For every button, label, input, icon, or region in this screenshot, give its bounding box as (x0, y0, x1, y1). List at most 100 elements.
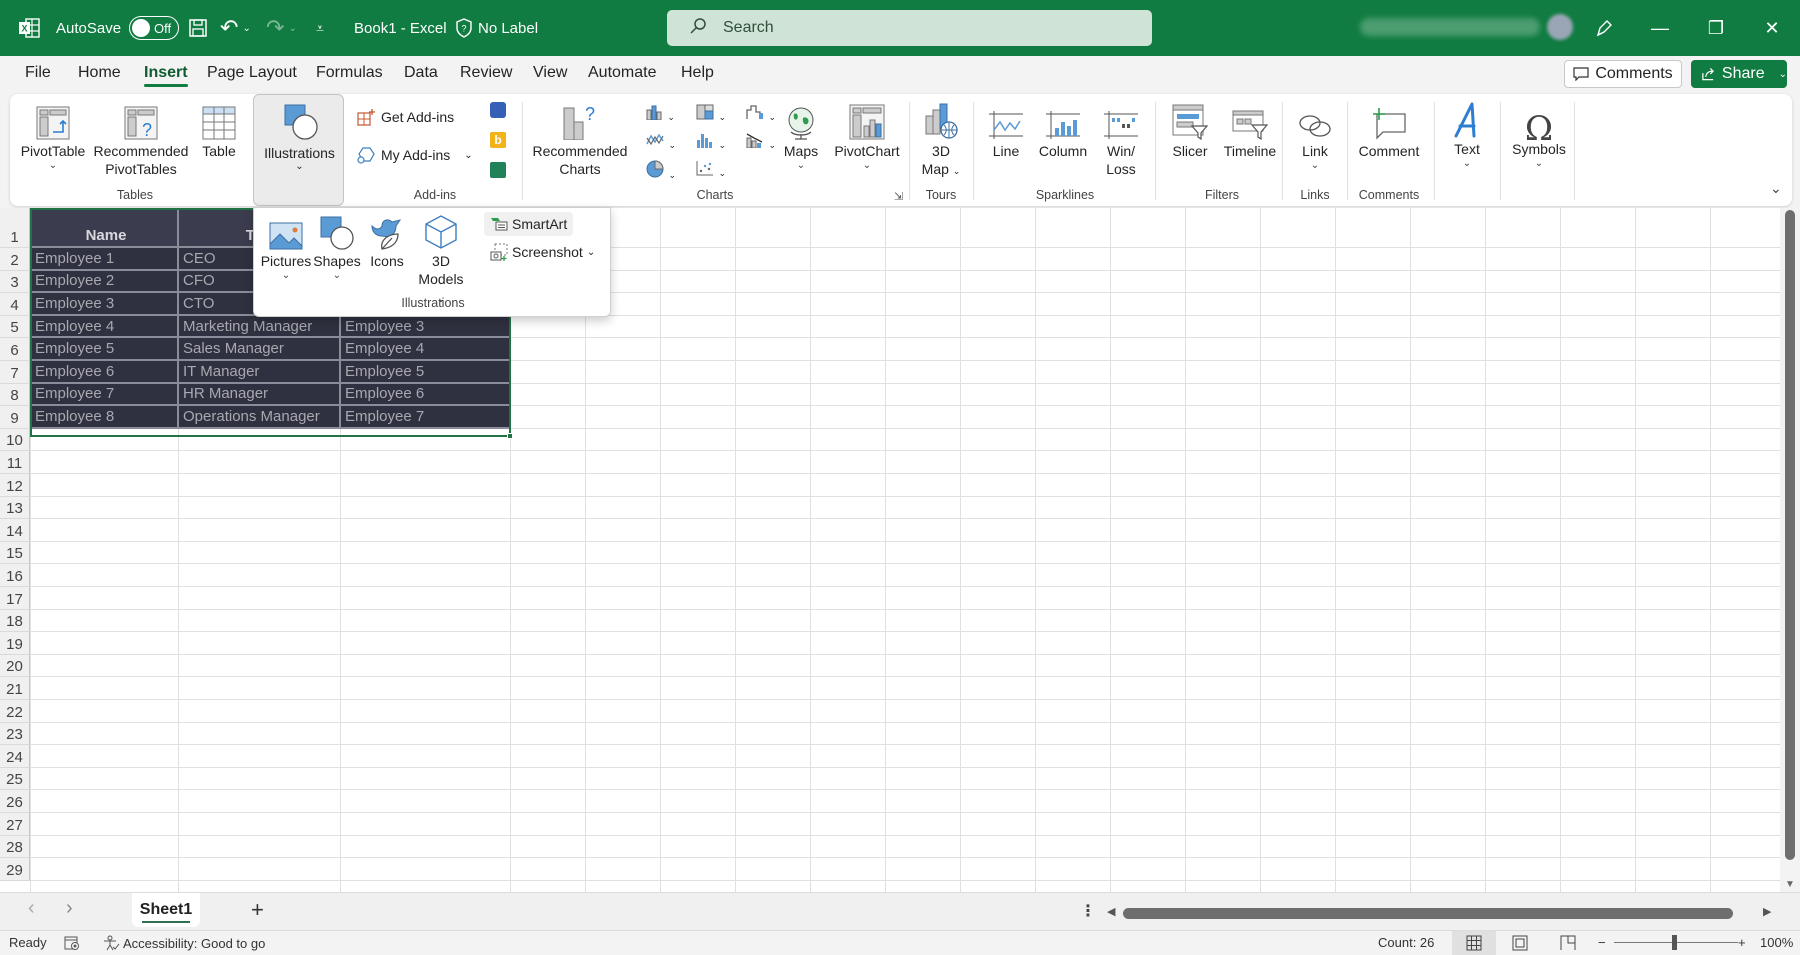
previous-sheet-icon[interactable]: ‹ (28, 897, 35, 920)
table-cell[interactable]: Employee 3 (341, 315, 511, 339)
user-name[interactable] (1360, 18, 1540, 36)
table-cell[interactable]: Employee 5 (341, 361, 511, 384)
tab-automate[interactable]: Automate (588, 64, 656, 82)
designer-pen-icon[interactable] (1594, 0, 1614, 56)
row-header[interactable]: 21 (0, 677, 30, 700)
column-chart-button[interactable]: ⌄ (646, 104, 675, 123)
tab-formulas[interactable]: Formulas (316, 64, 383, 82)
chevron-down-icon[interactable]: ⌄ (242, 23, 250, 34)
statistic-chart-button[interactable]: ⌄ (696, 132, 726, 153)
table-cell[interactable]: Employee 6 (341, 383, 511, 407)
tab-home[interactable]: Home (78, 64, 121, 82)
save-icon[interactable] (188, 0, 208, 56)
my-addins-button[interactable]: My Add-ins ⌄ (357, 146, 473, 164)
add-sheet-button[interactable]: + (251, 897, 264, 923)
chevron-down-icon[interactable]: ⌄ (282, 270, 290, 282)
chevron-down-icon[interactable]: ⌄ (49, 160, 57, 172)
hierarchy-chart-button[interactable]: ⌄ (696, 104, 726, 125)
link-button[interactable]: Link ⌄ (1290, 100, 1340, 172)
tab-page-layout[interactable]: Page Layout (207, 64, 297, 82)
table-button[interactable]: Table (196, 100, 242, 160)
row-header[interactable]: 23 (0, 722, 30, 746)
people-graph-icon[interactable] (490, 162, 506, 178)
recommended-pivottables-button[interactable]: ? Recommended PivotTables (93, 100, 189, 178)
scroll-right-icon[interactable]: ▶ (1763, 905, 1771, 918)
row-header[interactable]: 22 (0, 700, 30, 723)
recommended-charts-button[interactable]: ? Recommended Charts (530, 100, 630, 178)
table-cell[interactable]: Employee 4 (31, 315, 179, 339)
row-header[interactable]: 27 (0, 813, 30, 836)
undo-icon[interactable]: ↶ ⌄ (220, 0, 251, 56)
table-header-cell[interactable]: Name (31, 208, 179, 248)
minimize-icon[interactable]: — (1632, 0, 1688, 56)
share-button[interactable]: Share ⌄ (1691, 60, 1787, 88)
zoom-in-button[interactable]: + (1738, 935, 1746, 950)
table-cell[interactable]: Employee 8 (31, 406, 179, 429)
chevron-down-icon[interactable]: ⌄ (587, 247, 595, 258)
row-header[interactable]: 3 (0, 270, 30, 294)
tab-help[interactable]: Help (681, 64, 714, 82)
row-header[interactable]: 25 (0, 767, 30, 791)
macro-recording-icon[interactable] (64, 935, 80, 951)
more-options-icon[interactable]: ⋮ (1080, 901, 1096, 921)
chevron-down-icon[interactable]: ⌄ (288, 23, 296, 34)
smartart-button[interactable]: SmartArt (484, 212, 574, 236)
get-addins-button[interactable]: Get Add-ins (357, 108, 454, 126)
customize-toolbar-icon[interactable]: ⩡ (316, 0, 324, 56)
zoom-slider-thumb[interactable] (1672, 935, 1677, 950)
table-cell[interactable]: Employee 5 (31, 338, 179, 361)
slicer-button[interactable]: Slicer (1162, 100, 1218, 160)
row-header[interactable]: 13 (0, 496, 30, 520)
table-cell[interactable]: Employee 6 (31, 361, 179, 384)
3d-map-button[interactable]: 3D Map ⌄ (915, 100, 967, 180)
autosave-toggle[interactable]: Off (129, 16, 180, 40)
zoom-out-button[interactable]: − (1598, 935, 1606, 950)
chevron-down-icon[interactable]: ⌄ (863, 160, 871, 172)
table-cell[interactable]: Employee 7 (341, 406, 511, 429)
combo-chart-button[interactable]: ⌄ (746, 132, 776, 153)
row-header[interactable]: 4 (0, 293, 30, 316)
row-header[interactable]: 17 (0, 587, 30, 610)
chevron-down-icon[interactable]: ⌄ (333, 270, 341, 282)
scatter-chart-button[interactable]: ⌄ (696, 160, 726, 181)
tab-review[interactable]: Review (460, 64, 512, 82)
row-header[interactable]: 11 (0, 451, 30, 474)
table-cell[interactable]: Operations Manager (179, 406, 341, 429)
normal-view-button[interactable] (1452, 931, 1496, 955)
row-header[interactable]: 15 (0, 541, 30, 565)
new-comment-button[interactable]: Comment (1354, 100, 1424, 160)
row-header[interactable]: 14 (0, 519, 30, 542)
horizontal-scroll-thumb[interactable] (1123, 908, 1733, 919)
next-sheet-icon[interactable]: › (66, 897, 73, 920)
accessibility-status[interactable]: Accessibility: Good to go (102, 935, 265, 951)
table-cell[interactable]: Employee 2 (31, 270, 179, 294)
search-input[interactable]: Search (667, 10, 1152, 46)
close-icon[interactable]: ✕ (1744, 0, 1800, 56)
waterfall-chart-button[interactable]: ⌄ (746, 104, 776, 125)
fill-handle[interactable] (507, 433, 513, 439)
row-header[interactable]: 8 (0, 383, 30, 407)
row-header[interactable]: 10 (0, 428, 30, 452)
avatar[interactable] (1547, 14, 1573, 40)
row-header[interactable]: 24 (0, 745, 30, 768)
visio-addin-icon[interactable] (490, 102, 506, 118)
vertical-scroll-thumb[interactable] (1785, 210, 1795, 860)
row-header[interactable]: 12 (0, 474, 30, 497)
icons-button[interactable]: Icons (366, 212, 408, 270)
chevron-down-icon[interactable]: ⌄ (1535, 158, 1543, 170)
tab-file[interactable]: File (25, 64, 51, 82)
row-header[interactable]: 6 (0, 338, 30, 361)
3d-models-button[interactable]: 3D Models ⌄ (414, 212, 468, 308)
pictures-button[interactable]: Pictures ⌄ (261, 214, 311, 282)
page-break-view-button[interactable] (1560, 935, 1576, 951)
table-cell[interactable]: Marketing Manager (179, 315, 341, 339)
pie-chart-button[interactable]: ⌄ (646, 160, 676, 183)
bing-maps-icon[interactable]: b (490, 132, 506, 148)
row-header[interactable]: 7 (0, 361, 30, 384)
timeline-button[interactable]: Timeline (1218, 100, 1282, 160)
maps-button[interactable]: Maps ⌄ (776, 100, 826, 172)
redo-icon[interactable]: ↷ ⌄ (266, 0, 297, 56)
comments-button[interactable]: Comments (1564, 60, 1682, 88)
chevron-down-icon[interactable]: ⌄ (1779, 69, 1787, 80)
sheet-tab-sheet1[interactable]: Sheet1 (132, 893, 200, 927)
